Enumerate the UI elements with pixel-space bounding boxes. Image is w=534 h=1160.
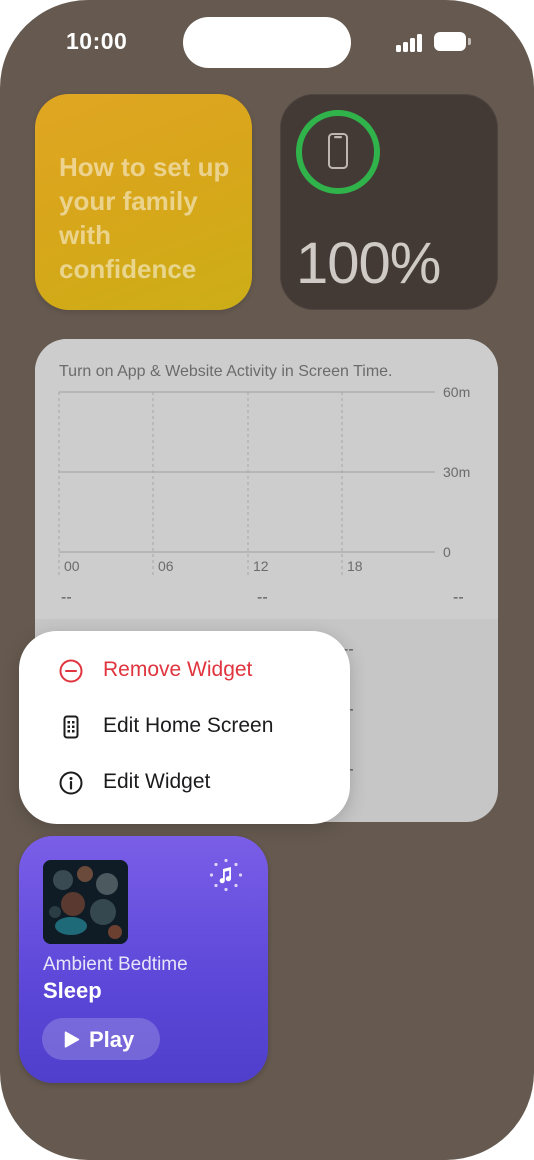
y-tick-label: 60m (443, 384, 470, 400)
album-artwork-image (43, 860, 128, 944)
screen-time-chart: 60m 30m 0 00 06 12 18 (58, 384, 470, 575)
battery-percentage: 100% (296, 231, 441, 296)
x-tick-label: 18 (347, 558, 363, 574)
play-label: Play (89, 1027, 135, 1052)
tips-widget[interactable]: How to set up your family with confidenc… (35, 94, 252, 310)
status-time: 10:00 (66, 28, 128, 54)
play-icon (64, 1031, 80, 1048)
iphone-icon (328, 133, 348, 169)
edit-home-screen-menu-item[interactable]: Edit Home Screen (19, 699, 350, 755)
x-tick-label: 12 (253, 558, 269, 574)
music-widget[interactable]: Ambient Bedtime Sleep Play (19, 836, 268, 1083)
playlist-title: Sleep (43, 978, 102, 1003)
battery-icon (434, 32, 471, 52)
battery-widget[interactable]: 100% (280, 94, 498, 310)
edit-widget-menu-item[interactable]: Edit Widget (19, 755, 350, 811)
battery-ring (296, 110, 380, 194)
summary-value: -- (61, 589, 72, 606)
phone-apps-icon (63, 715, 79, 739)
album-artwork[interactable] (43, 860, 128, 944)
playlist-subtitle: Ambient Bedtime (43, 954, 188, 975)
remove-widget-menu-item[interactable]: Remove Widget (19, 643, 350, 699)
apple-music-icon (209, 858, 243, 892)
dynamic-island (183, 17, 351, 68)
summary-value: -- (257, 589, 268, 606)
x-tick-label: 06 (158, 558, 174, 574)
y-tick-label: 0 (443, 544, 451, 560)
summary-value: -- (453, 589, 464, 606)
remove-widget-label: Remove Widget (103, 658, 253, 681)
cellular-signal-icon (396, 34, 424, 52)
y-tick-label: 30m (443, 464, 470, 480)
play-button[interactable]: Play (42, 1018, 160, 1060)
phone-screen: 10:00 How to set up your family with con… (0, 0, 534, 1160)
tips-text: How to set up your family with confidenc… (59, 152, 230, 284)
edit-widget-label: Edit Widget (103, 770, 211, 793)
x-tick-label: 00 (64, 558, 80, 574)
minus-circle-icon (59, 659, 83, 683)
edit-home-screen-label: Edit Home Screen (103, 714, 274, 737)
info-circle-icon (59, 771, 83, 795)
widget-context-menu: Remove Widget Edit Home Screen Edit Widg… (19, 631, 350, 824)
